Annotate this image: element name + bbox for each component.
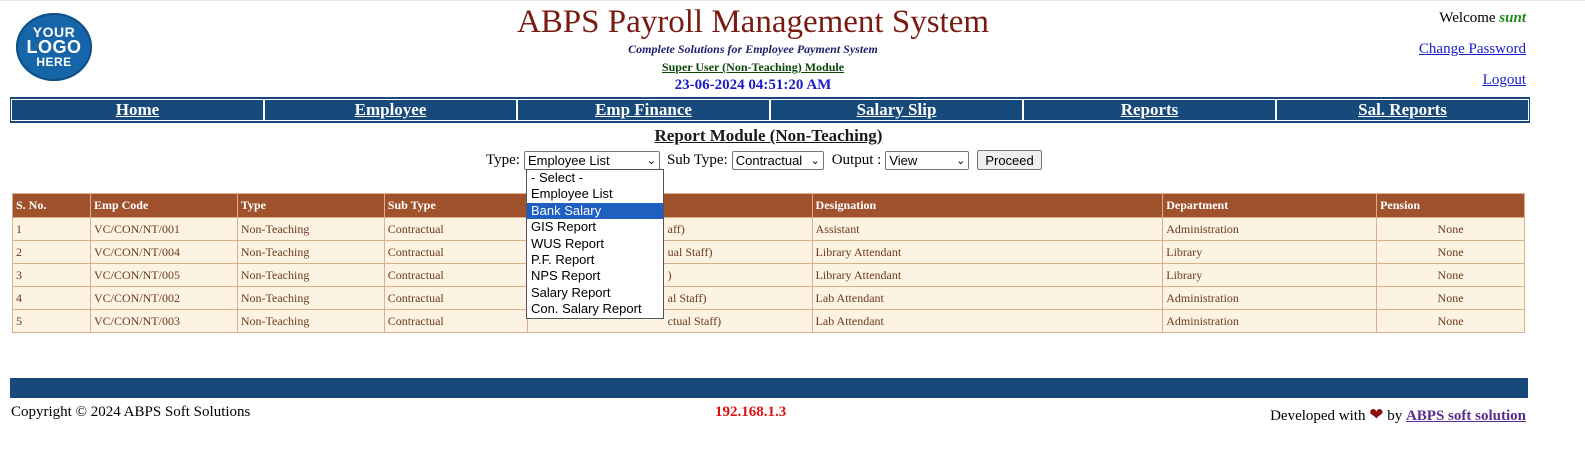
type-select-value: Employee List [527, 152, 610, 168]
col-pension: Pension [1376, 193, 1525, 218]
cell-department: Administration [1162, 286, 1378, 310]
cell-pension: None [1376, 217, 1525, 241]
copyright: Copyright © 2024 ABPS Soft Solutions [11, 404, 251, 420]
col-type: Type [236, 193, 385, 218]
table-header-row: S. No. Emp Code Type Sub Type Designatio… [12, 193, 1525, 218]
cell-type: Non-Teaching [236, 309, 385, 333]
type-option[interactable]: - Select - [527, 170, 663, 186]
table-row: 2 VC/CON/NT/004 Non-Teaching Contractual… [12, 240, 1525, 264]
report-filters: Type: Employee List ⌄ Sub Type: Contract… [486, 150, 1042, 170]
cell-designation: Assistant [811, 217, 1164, 241]
module-name: Super User (Non-Teaching) Module [661, 60, 845, 74]
table-row: 4 VC/CON/NT/002 Non-Teaching Contractual… [12, 286, 1525, 310]
cell-pension: None [1376, 240, 1525, 264]
main-nav: Home Employee Emp Finance Salary Slip Re… [10, 97, 1530, 123]
cell-designation: Library Attendant [811, 240, 1164, 264]
table-row: 1 VC/CON/NT/001 Non-Teaching Contractual… [12, 217, 1525, 241]
cell-designation: Lab Attendant [811, 286, 1164, 310]
ip-address: 192.168.1.3 [715, 404, 787, 420]
cell-pension: None [1376, 286, 1525, 310]
type-option-highlighted[interactable]: Bank Salary [527, 202, 663, 220]
cell-subtype: Contractual [383, 263, 528, 287]
cell-emp-code: VC/CON/NT/001 [89, 217, 238, 241]
cell-emp-code: VC/CON/NT/004 [89, 240, 238, 264]
output-label: Output : [831, 151, 882, 168]
cell-emp-code: VC/CON/NT/003 [89, 309, 238, 333]
type-dropdown-list: - Select - Employee List Bank Salary GIS… [526, 169, 664, 319]
welcome-label: Welcome [1439, 10, 1496, 26]
table-row: 3 VC/CON/NT/005 Non-Teaching Contractual… [12, 263, 1525, 287]
cell-type: Non-Teaching [236, 217, 385, 241]
type-option[interactable]: WUS Report [527, 236, 663, 252]
cell-subtype: Contractual [383, 286, 528, 310]
welcome-message: Welcome sunt [1439, 10, 1526, 27]
output-select-value: View [889, 152, 918, 168]
nav-reports[interactable]: Reports [1023, 99, 1276, 121]
app-title: ABPS Payroll Management System [516, 4, 990, 40]
table-row: 5 VC/CON/NT/003 Non-Teaching Contractual… [12, 309, 1525, 333]
subtype-select[interactable]: Contractual ⌄ [731, 150, 824, 170]
change-password-link[interactable]: Change Password [1419, 41, 1526, 58]
cell-designation: Lab Attendant [811, 309, 1164, 333]
col-sno: S. No. [12, 193, 91, 218]
type-option[interactable]: NPS Report [527, 268, 663, 284]
chevron-down-icon: ⌄ [810, 154, 820, 167]
app-tagline: Complete Solutions for Employee Payment … [628, 42, 878, 56]
nav-sal-reports[interactable]: Sal. Reports [1276, 99, 1529, 121]
cell-department: Administration [1162, 309, 1378, 333]
employee-table: S. No. Emp Code Type Sub Type Designatio… [12, 193, 1525, 333]
cell-subtype: Contractual [383, 217, 528, 241]
cell-sno: 1 [12, 217, 91, 241]
chevron-down-icon: ⌄ [956, 154, 966, 167]
developed-with-label: Developed with [1270, 408, 1366, 424]
cell-sno: 3 [12, 263, 91, 287]
col-designation: Designation [811, 193, 1164, 218]
proceed-button[interactable]: Proceed [977, 150, 1042, 170]
nav-employee[interactable]: Employee [264, 99, 517, 121]
cell-emp-code: VC/CON/NT/002 [89, 286, 238, 310]
logout-link[interactable]: Logout [1483, 72, 1526, 89]
nav-emp-finance[interactable]: Emp Finance [517, 99, 770, 121]
cell-type: Non-Teaching [236, 240, 385, 264]
cell-sno: 4 [12, 286, 91, 310]
type-option[interactable]: GIS Report [527, 219, 663, 235]
cell-designation: Library Attendant [811, 263, 1164, 287]
subtype-label: Sub Type: [666, 151, 728, 168]
by-label: by [1387, 408, 1403, 424]
nav-salary-slip[interactable]: Salary Slip [770, 99, 1023, 121]
cell-emp-code: VC/CON/NT/005 [89, 263, 238, 287]
type-option[interactable]: Employee List [527, 186, 663, 202]
cell-pension: None [1376, 263, 1525, 287]
col-department: Department [1162, 193, 1378, 218]
page-heading: Report Module (Non-Teaching) [654, 126, 883, 145]
cell-department: Administration [1162, 217, 1378, 241]
footer-bar [10, 378, 1528, 398]
chevron-down-icon: ⌄ [646, 154, 656, 167]
cell-subtype: Contractual [383, 240, 528, 264]
cell-type: Non-Teaching [236, 263, 385, 287]
col-emp-code: Emp Code [89, 193, 238, 218]
developer-credit: Developed with ❤ by ABPS soft solution [1270, 405, 1526, 425]
cell-sno: 2 [12, 240, 91, 264]
type-option[interactable]: Salary Report [527, 285, 663, 301]
current-datetime: 23-06-2024 04:51:20 AM [674, 77, 832, 93]
heart-icon: ❤ [1369, 405, 1384, 424]
cell-department: Library [1162, 263, 1378, 287]
subtype-select-value: Contractual [735, 152, 803, 168]
cell-sno: 5 [12, 309, 91, 333]
cell-subtype: Contractual [383, 309, 528, 333]
nav-home[interactable]: Home [11, 99, 264, 121]
output-select[interactable]: View ⌄ [885, 150, 970, 170]
cell-type: Non-Teaching [236, 286, 385, 310]
col-subtype: Sub Type [383, 193, 528, 218]
company-link[interactable]: ABPS soft solution [1406, 408, 1526, 424]
type-label: Type: [486, 151, 520, 168]
type-option[interactable]: P.F. Report [527, 252, 663, 268]
type-option[interactable]: Con. Salary Report [527, 301, 663, 317]
type-select[interactable]: Employee List ⌄ [523, 150, 660, 170]
cell-pension: None [1376, 309, 1525, 333]
top-border [0, 0, 1585, 1]
username: sunt [1499, 10, 1526, 26]
cell-department: Library [1162, 240, 1378, 264]
